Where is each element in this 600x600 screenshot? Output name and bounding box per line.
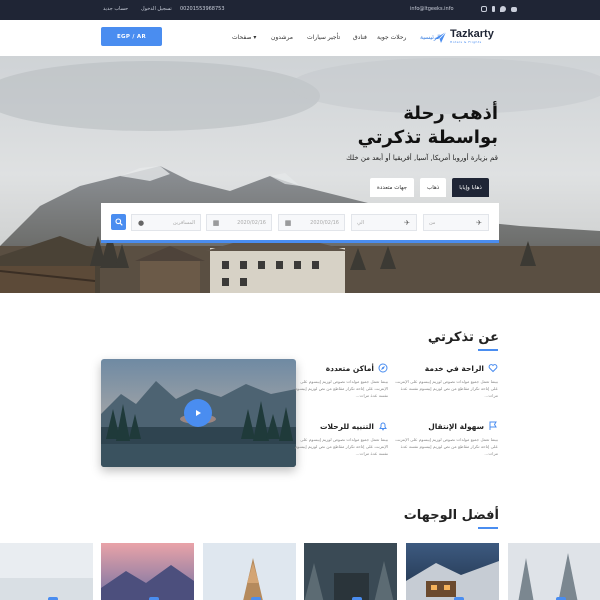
site-logo[interactable]: Tazkarty Hotels & Flights	[433, 29, 494, 44]
login-link[interactable]: تسجيل الدخول	[141, 6, 172, 12]
about-video[interactable]	[101, 359, 296, 467]
destination-image	[203, 543, 296, 600]
new-account-link[interactable]: حساب جديد	[103, 6, 128, 12]
search-button[interactable]	[111, 214, 126, 230]
destination-card[interactable]	[406, 543, 499, 600]
logo-name: Tazkarty	[450, 28, 494, 40]
nav-item-guides[interactable]: مرشدون	[271, 34, 293, 41]
feature-comfort: الراحة في خدمة بينما تعمل جميع مولدات نص…	[388, 363, 498, 399]
feature-places-title: أماكن متعددة	[325, 363, 374, 373]
hero-title-line1: أذهب رحلة	[403, 103, 498, 124]
destination-image	[101, 543, 194, 600]
from-placeholder: من	[429, 219, 436, 226]
email-address: info@ltgeeks.info	[410, 6, 454, 12]
search-icon	[114, 218, 123, 226]
main-header: EGP / AR صفحات ▾ مرشدون تأجير سيارات فنا…	[0, 20, 600, 56]
tab-round-trip[interactable]: ذهابا وإيابا	[452, 178, 489, 197]
destinations-section-title: أفضل الوجهات	[403, 508, 499, 523]
feature-places: أماكن متعددة بينما تعمل جميع مولدات نصوص…	[288, 363, 388, 399]
heart-icon	[488, 364, 498, 373]
destination-image	[406, 543, 499, 600]
mountain-village-background	[0, 56, 600, 293]
about-title-underline	[478, 349, 498, 351]
hero-subtitle: قم بزيارة أوروبا أمريكا, آسيا, أفريقيا أ…	[346, 154, 498, 162]
passengers-field[interactable]: المسافرين ●	[131, 214, 201, 231]
destination-image	[508, 543, 600, 600]
currency-language-button[interactable]: EGP / AR	[101, 27, 162, 46]
return-date-value: 2020/02/16	[237, 219, 266, 226]
calendar-icon: ▦	[212, 218, 220, 227]
nav-item-hotels[interactable]: فنادق	[353, 34, 367, 41]
compass-icon	[378, 363, 388, 373]
trip-type-tabs: جهات متعددة ذهاب ذهابا وإيابا	[370, 178, 489, 197]
flight-search-box: المسافرين ● 2020/02/16 ▦ 2020/02/16 ▦ ✈ …	[101, 203, 499, 243]
top-bar: حساب جديد تسجيل الدخول 00201553968753 in…	[0, 0, 600, 20]
passengers-placeholder: المسافرين	[172, 219, 195, 226]
flag-icon	[489, 421, 497, 430]
destination-card[interactable]	[0, 543, 93, 600]
to-field[interactable]: ✈ الي	[351, 214, 417, 231]
feature-mobility: سهولة الإنتقال بينما تعمل جميع مولدات نص…	[388, 421, 498, 457]
feature-mobility-text: بينما تعمل جميع مولدات نصوص لوريم إيبسوم…	[395, 437, 498, 456]
destination-card[interactable]	[203, 543, 296, 600]
youtube-icon[interactable]	[511, 7, 517, 12]
destination-image	[0, 543, 93, 600]
hero-section: أذهب رحلة بواسطة تذكرتي قم بزيارة أوروبا…	[0, 56, 600, 293]
feature-mobility-title: سهولة الإنتقال	[428, 421, 484, 431]
nav-item-pages[interactable]: صفحات ▾	[232, 34, 256, 41]
plane-logo-icon	[434, 31, 447, 43]
feature-comfort-text: بينما تعمل جميع مولدات نصوص لوريم إيبسوم…	[395, 379, 498, 398]
play-icon	[196, 410, 201, 416]
feature-alerts-text: بينما تعمل جميع مولدات نصوص لوريم إيبسوم…	[294, 437, 388, 456]
nav-item-car-rental[interactable]: تأجير سيارات	[307, 34, 340, 41]
hero-title-line2: بواسطة تذكرتي	[357, 127, 498, 148]
tab-multi-destination[interactable]: جهات متعددة	[370, 178, 415, 197]
nav-item-flights[interactable]: رحلات جوية	[377, 34, 406, 41]
destination-card[interactable]	[101, 543, 194, 600]
destination-card[interactable]	[304, 543, 397, 600]
feature-alerts-title: التنبيه للرحلات	[320, 421, 374, 431]
to-placeholder: الي	[357, 219, 365, 226]
about-section-title: عن تذكرتي	[427, 330, 499, 345]
tab-one-way[interactable]: ذهاب	[420, 178, 447, 197]
instagram-icon[interactable]	[481, 6, 487, 12]
phone-number: 00201553968753	[180, 6, 225, 12]
from-field[interactable]: ✈ من	[423, 214, 489, 231]
play-button[interactable]	[184, 399, 212, 427]
plane-landing-icon: ✈	[404, 218, 410, 227]
destination-image	[304, 543, 397, 600]
feature-alerts: التنبيه للرحلات بينما تعمل جميع مولدات ن…	[288, 421, 388, 457]
bell-icon	[379, 422, 387, 431]
calendar-icon: ▦	[284, 218, 292, 227]
social-links	[481, 6, 517, 12]
plane-takeoff-icon: ✈	[476, 218, 482, 227]
depart-date-value: 2020/02/16	[310, 219, 339, 226]
facebook-icon[interactable]	[492, 6, 495, 12]
destinations-title-underline	[478, 527, 498, 529]
feature-places-text: بينما تعمل جميع مولدات نصوص لوريم إيبسوم…	[294, 379, 388, 398]
depart-date-field[interactable]: 2020/02/16 ▦	[278, 214, 345, 231]
twitter-icon[interactable]	[500, 6, 506, 12]
destination-card[interactable]	[508, 543, 600, 600]
feature-comfort-title: الراحة في خدمة	[424, 363, 484, 373]
user-icon: ●	[137, 218, 145, 227]
logo-tagline: Hotels & Flights	[450, 40, 482, 44]
return-date-field[interactable]: 2020/02/16 ▦	[206, 214, 272, 231]
